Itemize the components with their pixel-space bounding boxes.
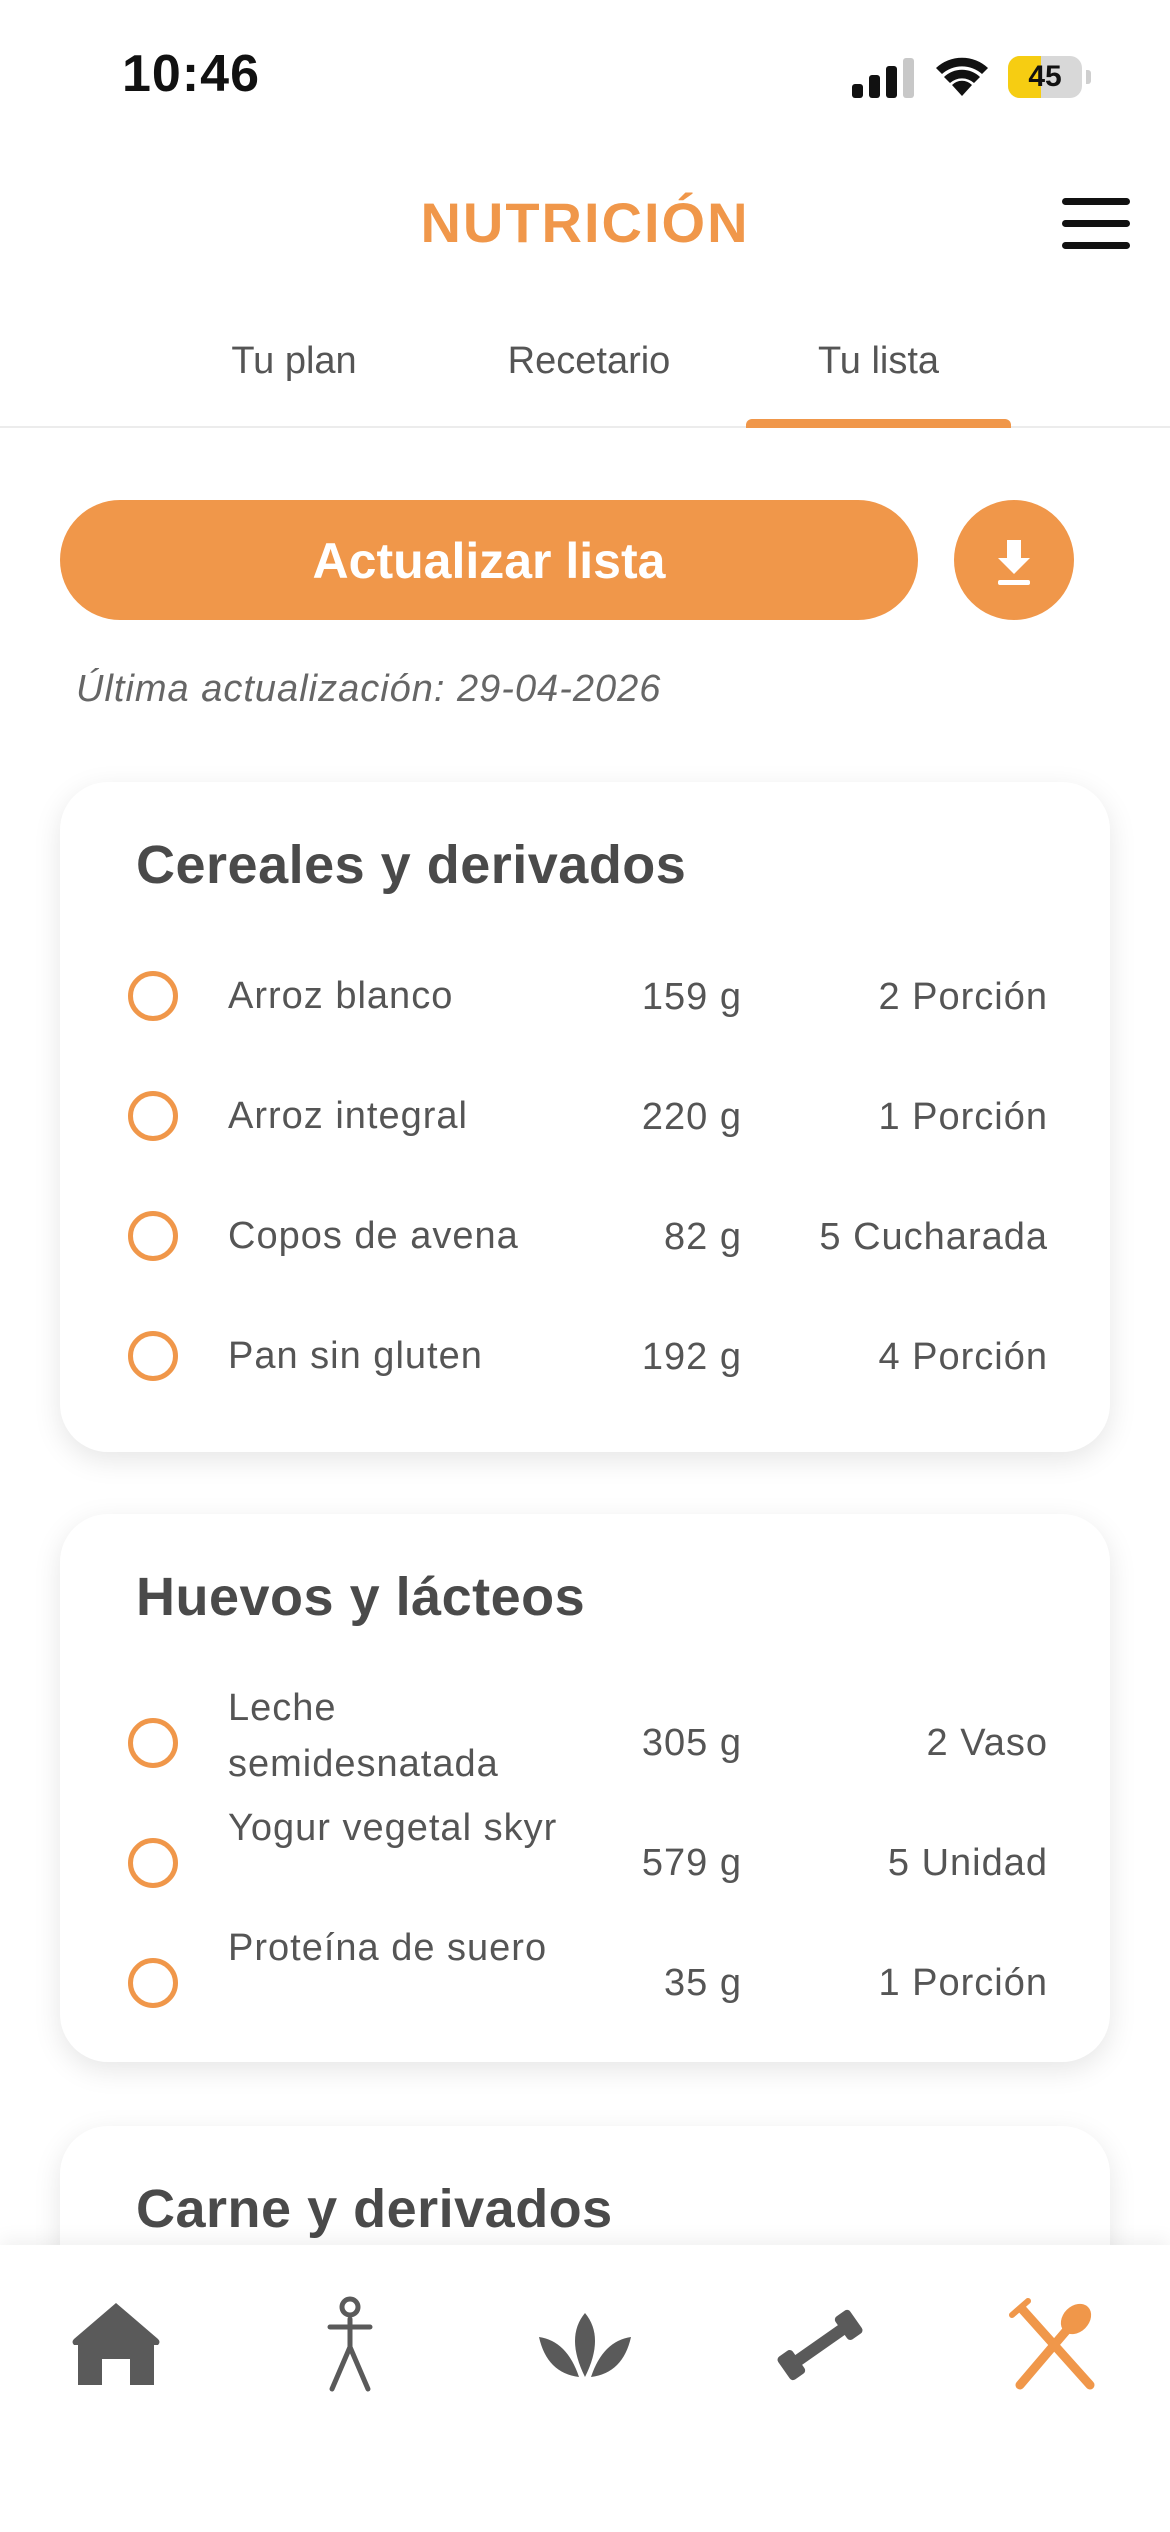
checkbox-circle[interactable] (128, 1211, 178, 1261)
battery-icon: 45 (1008, 56, 1091, 98)
download-button[interactable] (954, 500, 1074, 620)
fork-spoon-icon (1009, 2298, 1095, 2390)
item-weight: 35 g (664, 1962, 742, 2004)
nav-training[interactable] (760, 2285, 880, 2405)
status-bar: 10:46 45 (0, 0, 1170, 150)
item-weight: 305 g (641, 1722, 742, 1764)
wifi-icon (936, 57, 988, 96)
nav-nutrition[interactable] (994, 2285, 1114, 2405)
list-item[interactable]: Pan sin gluten 192 g 4 Porción (60, 1306, 1110, 1406)
list-item[interactable]: Yogur vegetal skyr 579 g 5 Unidad (60, 1794, 1110, 1914)
checkbox-circle[interactable] (128, 1958, 178, 2008)
item-name: Pan sin gluten (228, 1335, 483, 1377)
item-quantity: 5 Unidad (887, 1842, 1048, 1884)
tab-tu-lista[interactable]: Tu lista (746, 340, 1011, 428)
item-name: Arroz blanco (228, 975, 454, 1017)
tab-bar: Tu plan Recetario Tu lista (0, 330, 1170, 428)
update-list-button[interactable]: Actualizar lista (60, 500, 918, 620)
category-title: Carne y derivados (136, 2179, 613, 2239)
person-stretch-icon (327, 2296, 373, 2392)
list-item[interactable]: Proteína de suero 35 g 1 Porción (60, 1914, 1110, 2034)
home-icon (72, 2303, 160, 2385)
list-item[interactable]: Arroz integral 220 g 1 Porción (60, 1066, 1110, 1166)
item-name: Yogur vegetal skyr (228, 1807, 558, 1849)
lotus-icon (539, 2313, 631, 2377)
item-weight: 220 g (641, 1096, 742, 1138)
nav-home[interactable] (56, 2285, 176, 2405)
page-title: NUTRICIÓN (420, 191, 750, 254)
item-weight: 159 g (641, 976, 742, 1018)
checkbox-circle[interactable] (128, 971, 178, 1021)
category-card-huevos: Huevos y lácteos Leche semidesnatada 305… (60, 1514, 1110, 2062)
item-quantity: 5 Cucharada (819, 1216, 1048, 1258)
download-icon (998, 540, 1030, 585)
tab-recetario[interactable]: Recetario (486, 340, 692, 424)
item-name: Copos de avena (228, 1215, 519, 1257)
list-item[interactable]: Copos de avena 82 g 5 Cucharada (60, 1186, 1110, 1286)
item-name: Leche semidesnatada (228, 1687, 499, 1785)
item-name: Proteína de suero (228, 1927, 548, 1969)
dumbbell-icon (777, 2309, 863, 2381)
list-item[interactable]: Leche semidesnatada 305 g 2 Vaso (60, 1674, 1110, 1794)
category-title: Cereales y derivados (136, 835, 687, 895)
item-name: Arroz integral (228, 1095, 468, 1137)
item-quantity: 1 Porción (878, 1962, 1048, 2004)
item-weight: 82 g (664, 1216, 742, 1258)
item-quantity: 2 Vaso (926, 1722, 1048, 1764)
item-quantity: 4 Porción (878, 1336, 1048, 1378)
item-quantity: 1 Porción (878, 1096, 1048, 1138)
checkbox-circle[interactable] (128, 1091, 178, 1141)
item-weight: 579 g (641, 1842, 742, 1884)
status-time: 10:46 (122, 45, 260, 103)
battery-level: 45 (1028, 60, 1062, 93)
checkbox-circle[interactable] (128, 1331, 178, 1381)
item-quantity: 2 Porción (878, 976, 1048, 1018)
checkbox-circle[interactable] (128, 1718, 178, 1768)
category-title: Huevos y lácteos (136, 1567, 586, 1627)
list-item[interactable]: Arroz blanco 159 g 2 Porción (60, 946, 1110, 1046)
item-weight: 192 g (641, 1336, 742, 1378)
checkbox-circle[interactable] (128, 1838, 178, 1888)
category-card-cereales: Cereales y derivados Arroz blanco 159 g … (60, 782, 1110, 1452)
bottom-navigation (0, 2245, 1170, 2532)
hamburger-menu-icon[interactable] (1062, 198, 1130, 252)
nav-exercise[interactable] (290, 2285, 410, 2405)
cellular-signal-icon (852, 58, 914, 98)
nav-wellness[interactable] (525, 2285, 645, 2405)
tab-tu-plan[interactable]: Tu plan (210, 340, 378, 424)
last-update-text: Última actualización: 29-04-2026 (76, 668, 662, 710)
